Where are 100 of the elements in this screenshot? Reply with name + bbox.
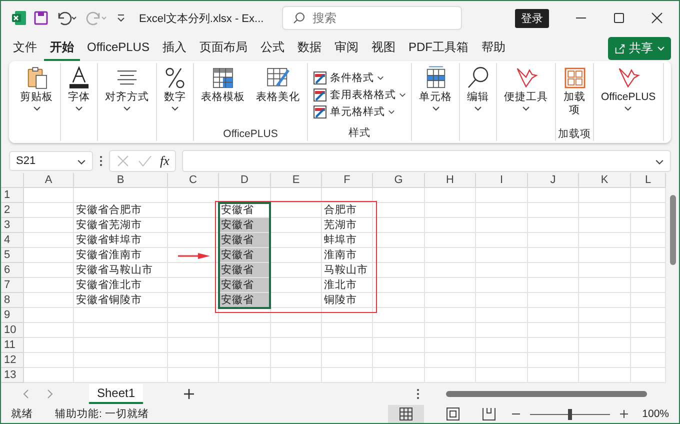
row-header[interactable]: 11 [1,338,24,353]
table-cell: 安徽省 [219,263,270,277]
column-header[interactable]: L [631,173,666,188]
ribbon-tab[interactable]: 页面布局 [193,36,254,60]
ribbon-button[interactable]: 单元格 [414,63,457,141]
row-header[interactable]: 4 [1,233,24,248]
group-label: 样式 [348,126,370,141]
save-icon[interactable] [33,10,49,26]
row-header[interactable]: 1 [1,188,24,203]
zoom-level[interactable]: 100% [642,408,669,420]
row-header[interactable]: 6 [1,263,24,278]
search-icon [292,11,306,25]
status-text: 就绪 [11,407,33,421]
share-icon [614,42,625,54]
more-icon[interactable] [416,388,420,400]
column-header[interactable]: K [579,173,631,188]
window-title: Excel文本分列.xlsx - Ex... [139,12,264,26]
accessibility-status[interactable]: 辅助功能: 一切就绪 [55,407,149,421]
row-header[interactable]: 10 [1,323,24,338]
next-sheet-icon[interactable] [45,389,55,399]
ribbon-button[interactable]: OfficePLUS [596,63,661,141]
table-style-icon [313,104,327,118]
add-sheet-icon[interactable] [183,388,196,400]
column-header[interactable]: E [271,173,322,188]
ribbon-tab[interactable]: 帮助 [475,36,512,60]
table-cell-text: 淮北市 [323,278,358,292]
ribbon-tab[interactable]: 视图 [365,36,402,60]
ribbon-button[interactable]: 对齐方式 [100,63,154,141]
row-header[interactable]: 7 [1,278,24,293]
name-box[interactable]: S21 [9,151,93,171]
more-icon[interactable] [99,155,103,167]
ribbon-tab[interactable]: 审阅 [328,36,364,60]
column-header[interactable]: D [219,173,271,188]
row-header[interactable]: 8 [1,293,24,308]
column-header[interactable]: H [425,173,476,188]
table-style-icon [313,88,327,102]
previous-sheet-icon[interactable] [21,389,31,399]
row-header[interactable]: 12 [1,353,24,368]
excel-logo-icon [11,10,27,26]
column-header[interactable]: C [168,173,219,188]
ribbon-tab[interactable]: PDF工具箱 [402,36,474,60]
ribbon-small-button[interactable]: 套用表格格式 [310,88,409,102]
row-header[interactable]: 3 [1,218,24,233]
search-field[interactable]: 搜索 [282,6,462,30]
customize-caret-icon[interactable] [115,12,127,24]
row-header[interactable]: 2 [1,203,24,218]
group-label: 加载项 [558,127,591,142]
column-header[interactable]: F [322,173,373,188]
row-header[interactable]: 9 [1,308,24,323]
table-cell-text: 安徽省马鞍山市 [75,263,154,277]
table-icon [210,65,236,91]
column-header[interactable]: G [373,173,425,188]
ribbon-tab[interactable]: 数据 [291,36,328,60]
close-icon[interactable] [651,12,663,24]
search-icon [465,65,491,91]
ribbon-small-button[interactable]: 单元格样式 [310,104,409,118]
table-cell-text: 安徽省芜湖市 [75,218,143,232]
formula-input[interactable] [182,150,671,172]
column-header[interactable]: B [74,173,168,188]
ribbon-tab[interactable]: 插入 [156,36,192,60]
column-header[interactable]: J [528,173,579,188]
ribbon-button[interactable]: 字体 [63,63,95,141]
insert-function-button[interactable]: fx [160,153,170,169]
table-cell: 安徽省 [219,278,270,292]
group-label: OfficePLUS [223,128,278,141]
table-cell-text: 马鞍山市 [323,263,369,277]
table-cell-text: 安徽省铜陵市 [75,293,143,307]
table-style-icon [313,70,327,84]
sheet-tab[interactable]: Sheet1 [89,384,144,404]
ribbon-tab[interactable]: 文件 [7,36,43,60]
ribbon-button[interactable]: 表格美化 [251,63,305,128]
table-cell-text: 蚌埠市 [323,233,358,247]
ribbon-button[interactable]: 编辑 [462,63,494,141]
row-header[interactable]: 5 [1,248,24,263]
zoom-in-icon[interactable] [620,410,628,418]
table-cell-text: 合肥市 [323,203,358,217]
ribbon-tab[interactable]: 公式 [254,36,290,60]
ribbon-button[interactable]: 加载项 [558,63,590,128]
share-button[interactable]: 共享 [608,36,671,60]
page-layout-icon[interactable] [446,407,460,421]
table-cell-text: 淮南市 [323,248,358,262]
ribbon-button[interactable]: 便捷工具 [499,63,553,141]
page-break-icon[interactable] [482,407,496,421]
row-header[interactable]: 13 [1,368,24,383]
column-header[interactable]: I [476,173,528,188]
ribbon-button[interactable]: 数字 [159,63,191,141]
table-cell-text: 铜陵市 [323,293,358,307]
ribbon-small-button[interactable]: 条件格式 [310,70,409,84]
table-cell-text: 安徽省蚌埠市 [75,233,143,247]
table-cell: 安徽省 [219,218,270,232]
maximize-icon[interactable] [613,12,625,24]
normal-view-icon[interactable] [388,405,424,423]
login-button[interactable]: 登录 [515,8,549,28]
ribbon-tab[interactable]: OfficePLUS [81,37,156,59]
ribbon-button[interactable]: 剪贴板 [15,63,58,141]
ribbon-button[interactable]: 表格模板 [196,63,250,128]
arrow-icon [178,252,210,258]
caret-icon [657,44,665,52]
column-header[interactable]: A [24,173,74,188]
table-cell-text: 芜湖市 [323,218,358,232]
